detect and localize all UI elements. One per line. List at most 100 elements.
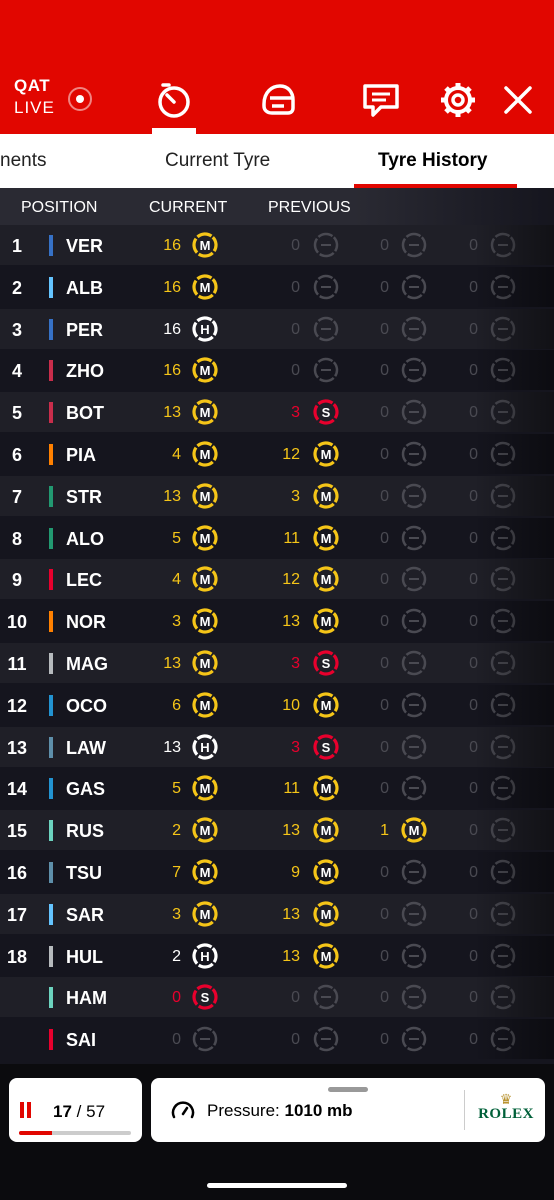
stint-laps: 0 <box>469 529 478 547</box>
empty-tyre-icon <box>489 315 517 343</box>
home-indicator[interactable] <box>207 1183 347 1188</box>
table-row[interactable]: 10 NOR 3 M 13 M 0 0 <box>0 601 554 642</box>
table-row[interactable]: 15 RUS 2 M 13 M 1 M 0 <box>0 810 554 851</box>
svg-text:M: M <box>321 614 332 629</box>
table-row[interactable]: 9 LEC 4 M 12 M 0 0 <box>0 559 554 600</box>
stint-laps: 0 <box>380 278 389 296</box>
stint-laps: 0 <box>172 989 181 1007</box>
medium-tyre-icon: M <box>191 356 219 384</box>
driver-code: STR <box>66 486 102 507</box>
tab-tyre-history[interactable]: Tyre History <box>378 150 487 172</box>
table-row[interactable]: 13 LAW 13 H 3 S 0 0 <box>0 726 554 767</box>
team-color-bar <box>49 611 53 633</box>
table-row[interactable]: 16 TSU 7 M 9 M 0 0 <box>0 852 554 892</box>
table-row[interactable]: 4 ZHO 16 M 0 0 0 <box>0 350 554 391</box>
stint-laps: 3 <box>172 613 181 631</box>
table-row[interactable]: 14 GAS 5 M 11 M 0 0 <box>0 768 554 809</box>
header-fade <box>354 188 554 225</box>
table-row[interactable]: 7 STR 13 M 3 M 0 0 <box>0 475 554 516</box>
empty-tyre-icon <box>312 273 340 301</box>
stint-laps: 0 <box>380 613 389 631</box>
driver-code: HUL <box>66 946 103 967</box>
tab-current-tyre[interactable]: Current Tyre <box>165 150 270 172</box>
table-row[interactable]: 12 OCO 6 M 10 M 0 0 <box>0 684 554 725</box>
stint-laps: 9 <box>291 864 300 881</box>
lap-progress-fill <box>19 1131 53 1135</box>
svg-text:M: M <box>200 907 211 922</box>
weather-card[interactable]: Pressure: 1010 mb ♛ ROLEX <box>151 1078 545 1142</box>
stint-laps: 0 <box>380 404 389 422</box>
svg-text:H: H <box>200 322 209 337</box>
stint-laps: 0 <box>380 320 389 338</box>
stint-laps: 0 <box>469 320 478 338</box>
medium-tyre-icon: M <box>191 858 219 886</box>
team-color-bar <box>49 1029 53 1051</box>
table-header: POSITION CURRENT PREVIOUS <box>0 188 554 225</box>
stint-laps: 0 <box>380 905 389 923</box>
table-row[interactable]: 2 ALB 16 M 0 0 0 <box>0 266 554 307</box>
empty-tyre-icon <box>312 1025 340 1053</box>
team-color-bar <box>49 569 53 591</box>
medium-tyre-icon: M <box>191 816 219 844</box>
empty-tyre-icon <box>400 315 428 343</box>
empty-tyre-icon <box>489 607 517 635</box>
helmet-icon[interactable] <box>258 80 298 120</box>
table-row[interactable]: HAM 0 S 0 0 0 <box>0 977 554 1018</box>
stint-laps: 16 <box>163 278 181 296</box>
table-row[interactable]: 5 BOT 13 M 3 S 0 0 <box>0 392 554 433</box>
stint-laps: 0 <box>380 446 389 463</box>
stint-laps: 13 <box>282 822 300 840</box>
empty-tyre-icon <box>400 733 428 761</box>
svg-text:M: M <box>321 907 332 922</box>
stint-laps: 0 <box>469 362 478 380</box>
svg-text:H: H <box>200 949 209 964</box>
tab-partial[interactable]: nents <box>0 150 46 172</box>
table-row[interactable]: 18 HUL 2 H 13 M 0 0 <box>0 935 554 976</box>
table-row[interactable]: 11 MAG 13 M 3 S 0 0 <box>0 643 554 683</box>
table-row[interactable]: 17 SAR 3 M 13 M 0 0 <box>0 893 554 934</box>
stint-laps: 0 <box>380 529 389 547</box>
close-icon[interactable] <box>498 80 538 120</box>
table-row[interactable]: SAI 0 0 0 0 <box>0 1019 554 1060</box>
lap-counter-card[interactable]: 17 / 57 <box>9 1078 142 1142</box>
svg-text:S: S <box>201 990 210 1005</box>
driver-position: 18 <box>6 946 28 967</box>
driver-position: 10 <box>6 612 28 633</box>
driver-position: 15 <box>6 821 28 842</box>
table-row[interactable]: 1 VER 16 M 0 0 0 <box>0 225 554 265</box>
empty-tyre-icon <box>400 1025 428 1053</box>
drag-handle[interactable] <box>328 1087 368 1092</box>
stint-laps: 0 <box>469 696 478 714</box>
medium-tyre-icon: M <box>191 900 219 928</box>
race-control-icon[interactable] <box>361 80 401 120</box>
empty-tyre-icon <box>489 649 517 677</box>
driver-position: 16 <box>6 863 28 883</box>
table-row[interactable]: 3 PER 16 H 0 0 0 <box>0 308 554 349</box>
svg-text:M: M <box>321 489 332 504</box>
svg-text:M: M <box>200 656 211 671</box>
stint-laps: 0 <box>469 404 478 422</box>
team-color-bar <box>49 527 53 549</box>
settings-icon[interactable] <box>438 80 478 120</box>
stint-laps: 13 <box>163 404 181 422</box>
live-session-badge[interactable]: QAT LIVE <box>14 76 55 118</box>
empty-tyre-icon <box>191 1025 219 1053</box>
stint-laps: 0 <box>172 1031 181 1049</box>
empty-tyre-icon <box>400 900 428 928</box>
rolex-logo: ♛ ROLEX <box>473 1092 539 1123</box>
table-row[interactable]: 6 PIA 4 M 12 M 0 0 <box>0 434 554 474</box>
svg-text:M: M <box>321 949 332 964</box>
stint-laps: 0 <box>469 905 478 923</box>
driver-code: MAG <box>66 654 108 674</box>
stint-laps: 4 <box>172 446 181 463</box>
stint-laps: 13 <box>282 613 300 631</box>
pause-icon[interactable] <box>19 1102 33 1118</box>
medium-tyre-icon: M <box>312 691 340 719</box>
empty-tyre-icon <box>489 1025 517 1053</box>
table-row[interactable]: 8 ALO 5 M 11 M 0 0 <box>0 517 554 558</box>
timer-icon[interactable] <box>154 80 194 120</box>
stint-laps: 0 <box>469 822 478 840</box>
driver-position: 8 <box>11 528 22 549</box>
team-color-bar <box>49 862 53 883</box>
driver-position: 1 <box>11 236 22 256</box>
